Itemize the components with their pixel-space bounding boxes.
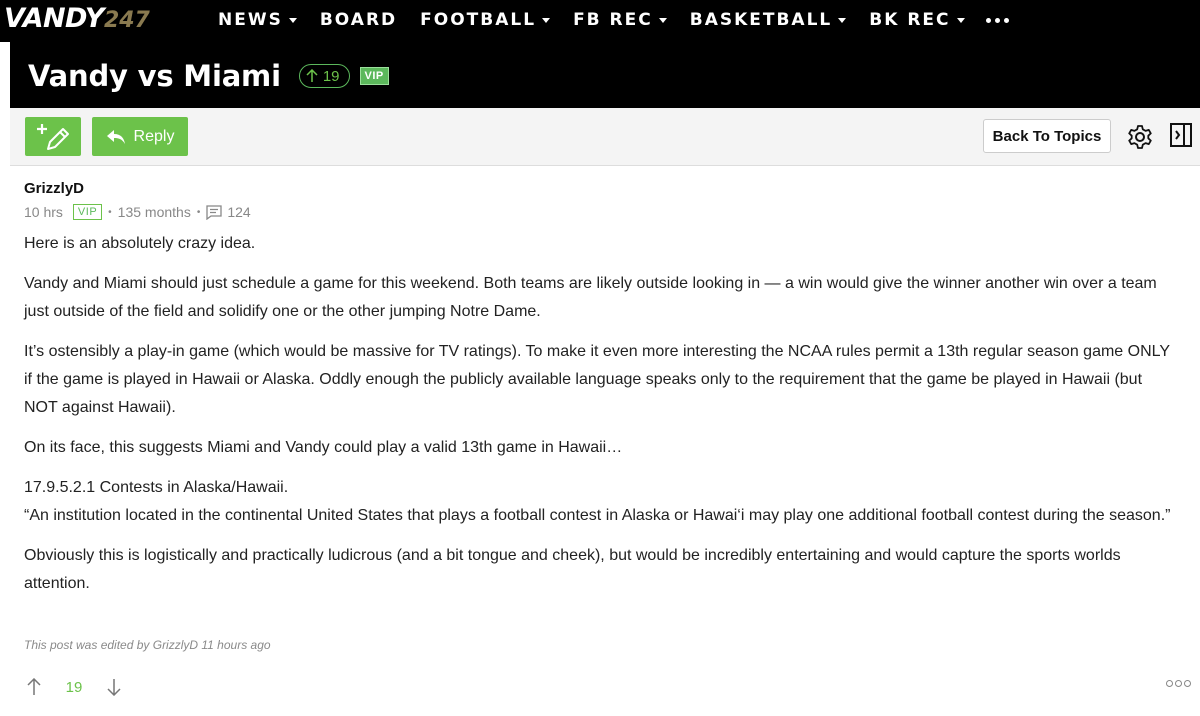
main-nav: VANDY247 NEWS BOARD FOOTBALL FB REC BASK… xyxy=(0,0,1200,42)
nav-item-basketball[interactable]: BASKETBALL xyxy=(690,10,847,30)
upvote-button[interactable] xyxy=(24,675,44,699)
comment-count-value: 124 xyxy=(227,204,251,220)
vip-badge: VIP xyxy=(72,204,103,220)
new-post-icon xyxy=(37,123,69,150)
caret-down-icon xyxy=(956,17,965,23)
caret-down-icon xyxy=(288,17,297,23)
caret-down-icon xyxy=(838,17,847,23)
left-gutter xyxy=(0,42,10,108)
arrow-down-icon xyxy=(107,679,121,696)
downvote-button[interactable] xyxy=(104,675,124,699)
gear-icon[interactable] xyxy=(1127,124,1153,150)
post-options-icon[interactable] xyxy=(1166,680,1191,687)
post-body: Here is an absolutely crazy idea. Vandy … xyxy=(24,230,1174,610)
post-author[interactable]: GrizzlyD xyxy=(24,180,84,197)
nav-item-label: FOOTBALL xyxy=(420,10,537,30)
nav-item-label: NEWS xyxy=(218,10,283,30)
top-bar: VANDY247 NEWS BOARD FOOTBALL FB REC BASK… xyxy=(0,0,1200,108)
post-meta: 10 hrs VIP • 135 months • 124 xyxy=(24,204,251,220)
post-paragraph: It’s ostensibly a play-in game (which wo… xyxy=(24,343,1170,416)
arrow-up-icon xyxy=(306,69,318,82)
post-paragraph: 17.9.5.2.1 Contests in Alaska/Hawaii. “A… xyxy=(24,479,1171,524)
post-vote-row: 19 xyxy=(24,672,124,702)
page-title: Vandy vs Miami xyxy=(28,59,281,93)
post-score: 19 xyxy=(65,678,83,696)
back-to-topics-button[interactable]: Back To Topics xyxy=(983,119,1111,153)
nav-item-label: BASKETBALL xyxy=(689,10,833,30)
nav-item-label: BOARD xyxy=(319,10,398,30)
post-paragraph: Vandy and Miami should just schedule a g… xyxy=(24,275,1157,320)
nav-item-fb-rec[interactable]: FB REC xyxy=(573,10,667,30)
comment-count[interactable]: 124 xyxy=(206,204,251,220)
nav-item-football[interactable]: FOOTBALL xyxy=(420,10,551,30)
vip-badge: VIP xyxy=(359,67,389,85)
nav-item-label: BK REC xyxy=(869,10,951,30)
member-age: 135 months xyxy=(117,204,191,220)
post-time: 10 hrs xyxy=(24,204,63,220)
panel-toggle-icon[interactable] xyxy=(1170,123,1192,147)
caret-down-icon xyxy=(542,17,551,23)
site-logo[interactable]: VANDY247 xyxy=(4,3,150,35)
nav-item-label: FB REC xyxy=(573,10,653,30)
post-paragraph: On its face, this suggests Miami and Van… xyxy=(24,439,623,456)
reply-icon xyxy=(106,129,125,144)
edited-note: This post was edited by GrizzlyD 11 hour… xyxy=(24,638,271,652)
nav-item-news[interactable]: NEWS xyxy=(218,10,297,30)
nav-items: NEWS BOARD FOOTBALL FB REC BASKETBALL BK… xyxy=(218,0,1009,40)
separator-dot: • xyxy=(196,206,201,218)
reply-button-label: Reply xyxy=(133,127,175,145)
post-paragraph: Obviously this is logistically and pract… xyxy=(24,547,1121,592)
comment-icon xyxy=(206,204,223,220)
separator-dot: • xyxy=(108,206,112,218)
nav-item-board[interactable]: BOARD xyxy=(320,10,397,30)
thread-header: Vandy vs Miami 19 VIP xyxy=(28,56,389,96)
reply-button[interactable]: Reply xyxy=(92,117,188,156)
thread-vote-count: 19 xyxy=(322,67,340,85)
post-paragraph: Here is an absolutely crazy idea. xyxy=(24,235,256,252)
thread-vote-badge[interactable]: 19 xyxy=(298,64,350,88)
arrow-up-icon xyxy=(27,678,41,695)
caret-down-icon xyxy=(658,17,667,23)
new-post-button[interactable] xyxy=(25,117,81,156)
ellipsis-icon[interactable] xyxy=(985,17,1009,23)
logo-number: 247 xyxy=(103,8,150,33)
nav-item-bk-rec[interactable]: BK REC xyxy=(869,10,965,30)
thread-toolbar: Reply Back To Topics xyxy=(10,108,1200,166)
logo-text: VANDY xyxy=(4,3,104,34)
